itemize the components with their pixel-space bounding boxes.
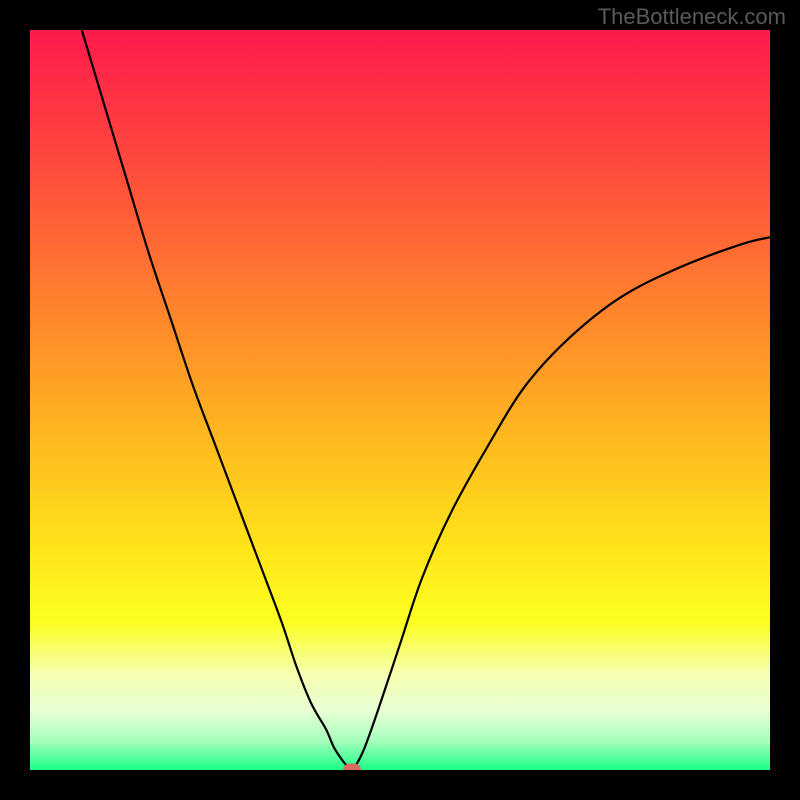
watermark-text: TheBottleneck.com [598, 4, 786, 30]
bottleneck-curve [82, 30, 770, 770]
plot-area [30, 30, 770, 770]
curve-layer [30, 30, 770, 770]
chart-frame: TheBottleneck.com [0, 0, 800, 800]
optimal-marker [343, 764, 361, 771]
